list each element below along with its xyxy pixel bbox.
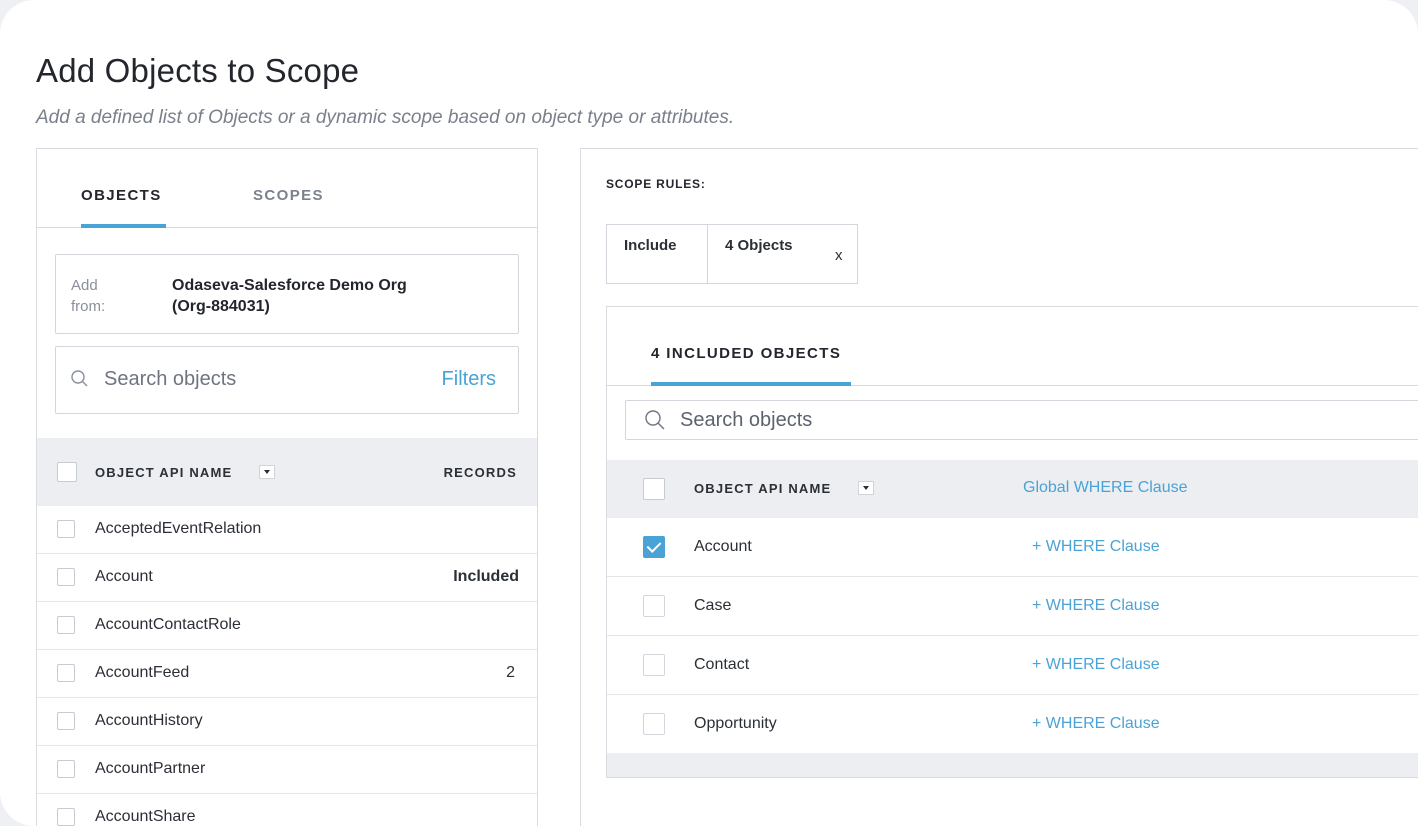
object-name: Case [694, 597, 732, 614]
col-object-api-name: OBJECT API NAME [95, 465, 233, 480]
table-row[interactable]: AccountShare [37, 794, 537, 826]
row-checkbox-checked[interactable] [643, 536, 665, 558]
add-where-clause-link[interactable]: + WHERE Clause [1032, 538, 1160, 556]
tab-scopes[interactable]: SCOPES [253, 187, 324, 204]
table-row[interactable]: Contact + WHERE Clause [607, 636, 1418, 695]
search-icon [71, 370, 88, 387]
object-name: Account [694, 538, 752, 555]
row-checkbox[interactable] [57, 664, 75, 682]
tab-objects[interactable]: OBJECTS [81, 187, 162, 204]
add-where-clause-link[interactable]: + WHERE Clause [1032, 656, 1160, 674]
object-name: AccountPartner [95, 760, 206, 777]
scope-rules-panel: SCOPE RULES: Include 4 Objects x 4 INCLU… [580, 148, 1418, 826]
table-row[interactable]: AccountHistory [37, 698, 537, 746]
included-objects-panel: 4 INCLUDED OBJECTS Search objects OBJECT… [606, 306, 1418, 778]
table-row[interactable]: AccountContactRole [37, 602, 537, 650]
object-name: AccountFeed [95, 664, 190, 681]
object-name: AcceptedEventRelation [95, 520, 262, 537]
object-search[interactable]: Search objects Filters [55, 346, 519, 414]
org-id: (Org-884031) [172, 298, 270, 315]
scope-rule-chip: Include 4 Objects x [606, 224, 858, 284]
row-checkbox[interactable] [643, 654, 665, 676]
add-where-clause-link[interactable]: + WHERE Clause [1032, 715, 1160, 733]
tab-bar: OBJECTS SCOPES [37, 149, 537, 228]
rule-mode: Include [607, 225, 708, 283]
col-records: RECORDS [443, 465, 517, 480]
table-row[interactable]: Case + WHERE Clause [607, 577, 1418, 636]
included-search-input[interactable]: Search objects [680, 409, 812, 432]
search-input[interactable]: Search objects [104, 368, 236, 391]
row-checkbox[interactable] [57, 616, 75, 634]
active-tab-indicator [651, 382, 851, 386]
add-from-label: Add from: [71, 277, 106, 315]
objects-panel: OBJECTS SCOPES Add from: Odaseva-Salesfo… [36, 148, 538, 826]
object-name: AccountShare [95, 808, 196, 825]
org-value: Odaseva-Salesforce Demo Org (Org-884031) [172, 275, 492, 317]
object-name: AccountHistory [95, 712, 203, 729]
row-checkbox[interactable] [57, 712, 75, 730]
object-name: Opportunity [694, 715, 777, 732]
global-where-clause-link[interactable]: Global WHERE Clause [1023, 479, 1188, 497]
row-checkbox[interactable] [57, 808, 75, 826]
sort-dropdown-icon[interactable] [858, 481, 874, 495]
page-title: Add Objects to Scope [36, 52, 360, 89]
search-icon [645, 410, 665, 430]
included-tab-bar: 4 INCLUDED OBJECTS [607, 307, 1418, 386]
rule-mode-label: Include [624, 237, 677, 254]
remove-rule-button[interactable]: x [835, 247, 843, 264]
add-from-selector[interactable]: Add from: Odaseva-Salesforce Demo Org (O… [55, 254, 519, 334]
object-name: AccountContactRole [95, 616, 241, 633]
table-row[interactable]: AccountFeed 2 [37, 650, 537, 698]
table-row[interactable]: AcceptedEventRelation [37, 506, 537, 554]
col-object-api-name: OBJECT API NAME [694, 481, 832, 496]
sort-dropdown-icon[interactable] [259, 465, 275, 479]
table-row[interactable]: Account + WHERE Clause [607, 518, 1418, 577]
filters-link[interactable]: Filters [442, 368, 496, 391]
object-name: Contact [694, 656, 750, 673]
select-all-checkbox[interactable] [643, 478, 665, 500]
included-search[interactable]: Search objects [625, 400, 1418, 440]
select-all-checkbox[interactable] [57, 462, 77, 482]
record-count: 2 [506, 664, 515, 681]
table-row[interactable]: Opportunity + WHERE Clause [607, 695, 1418, 754]
included-table-header: OBJECT API NAME Global WHERE Clause [607, 460, 1418, 518]
table-row[interactable]: AccountPartner [37, 746, 537, 794]
page-subtitle: Add a defined list of Objects or a dynam… [36, 107, 735, 128]
row-checkbox[interactable] [643, 595, 665, 617]
modal-card: Add Objects to Scope Add a defined list … [0, 0, 1418, 826]
objects-table-header: OBJECT API NAME RECORDS [37, 438, 537, 506]
active-tab-indicator [81, 224, 166, 228]
row-checkbox[interactable] [57, 760, 75, 778]
row-checkbox[interactable] [643, 713, 665, 735]
add-where-clause-link[interactable]: + WHERE Clause [1032, 597, 1160, 615]
row-checkbox[interactable] [57, 520, 75, 538]
org-name: Odaseva-Salesforce Demo Org [172, 277, 407, 294]
table-row[interactable]: Account Included [37, 554, 537, 602]
included-status: Included [453, 568, 519, 585]
rule-value-label: 4 Objects [725, 237, 793, 254]
tab-included-objects[interactable]: 4 INCLUDED OBJECTS [651, 345, 841, 362]
row-checkbox[interactable] [57, 568, 75, 586]
object-name: Account [95, 568, 153, 585]
scope-rules-title: SCOPE RULES: [606, 177, 706, 191]
table-footer [607, 753, 1418, 777]
